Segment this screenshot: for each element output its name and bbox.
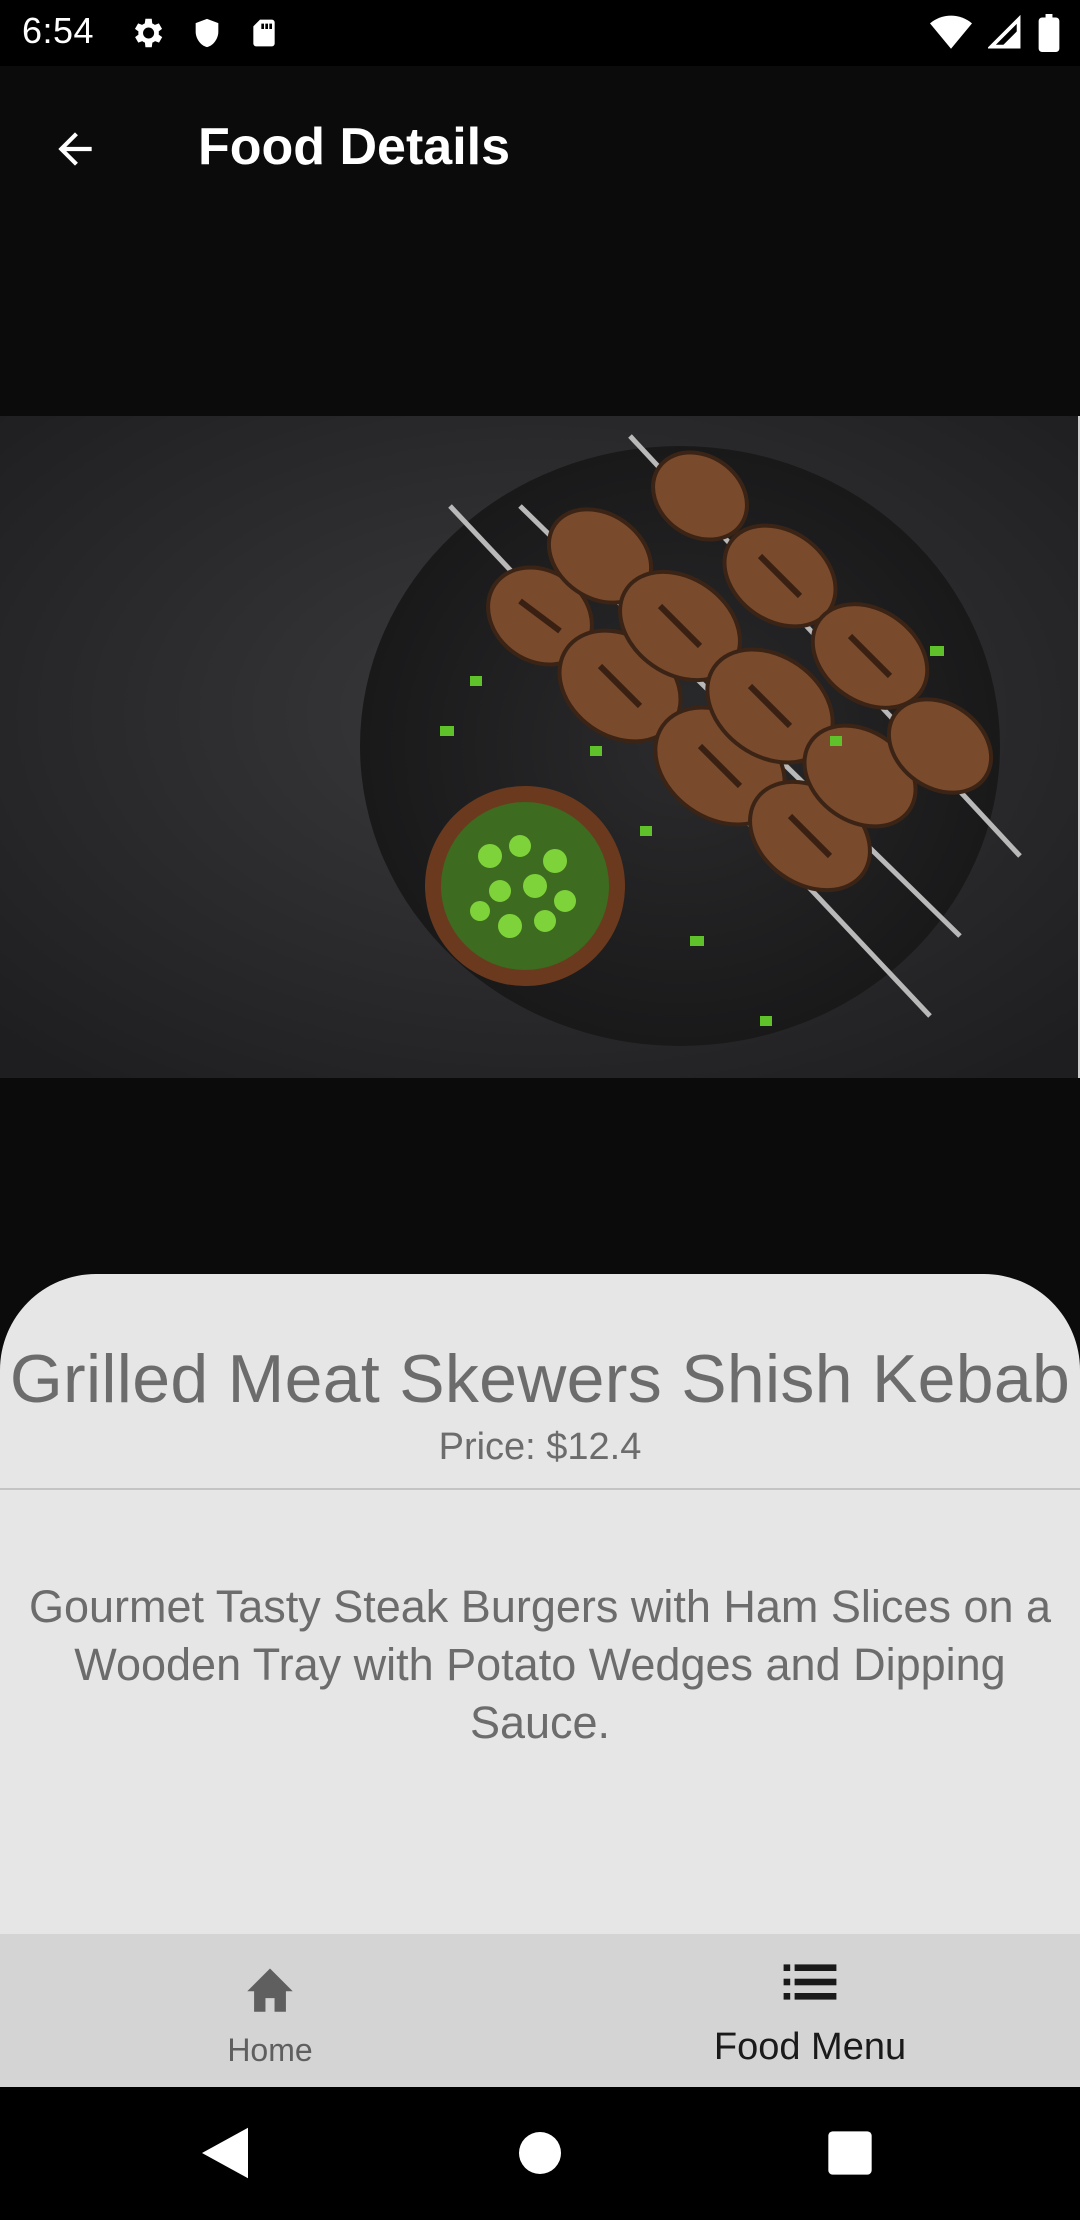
nav-label-food-menu: Food Menu [713,2026,907,2068]
nav-label-home: Home [227,2032,313,2068]
settings-gear-icon [134,18,163,48]
food-price: Price: $12.4 [438,1426,642,1468]
arrow-left-icon [58,132,92,166]
back-triangle-icon[interactable] [202,2127,248,2179]
grilled-meat-skewers-photo [0,416,1078,1078]
status-time: 6:54 [22,10,95,51]
food-description: Gourmet Tasty Steak Burgers with Ham Sli… [28,1581,1052,1748]
nav-item-home[interactable]: Home [0,1934,540,2087]
sd-card-icon [253,19,275,47]
screen-title: Food Details [198,118,511,176]
status-icons-right [930,14,1060,52]
back-button[interactable] [40,114,110,184]
nav-item-food-menu[interactable]: Food Menu [540,1934,1080,2087]
status-icons-left [128,14,280,52]
battery-icon [1038,14,1060,52]
wifi-icon [930,15,972,49]
app-bar: Food Details [0,66,1080,226]
details-card: Grilled Meat Skewers Shish Kebab Price: … [0,1274,1080,1934]
food-name: Grilled Meat Skewers Shish Kebab [9,1341,1071,1417]
system-navigation-bar [0,2087,1080,2220]
cellular-signal-icon [988,15,1021,49]
bottom-navigation: Home Food Menu [0,1934,1080,2087]
divider [0,1488,1080,1490]
shield-icon [195,18,219,48]
list-icon [783,1964,837,2000]
food-image [0,416,1078,1078]
status-bar: 6:54 [0,0,1080,66]
home-circle-icon[interactable] [519,2127,561,2179]
recents-square-icon[interactable] [828,2127,872,2179]
home-icon [247,1968,293,2012]
